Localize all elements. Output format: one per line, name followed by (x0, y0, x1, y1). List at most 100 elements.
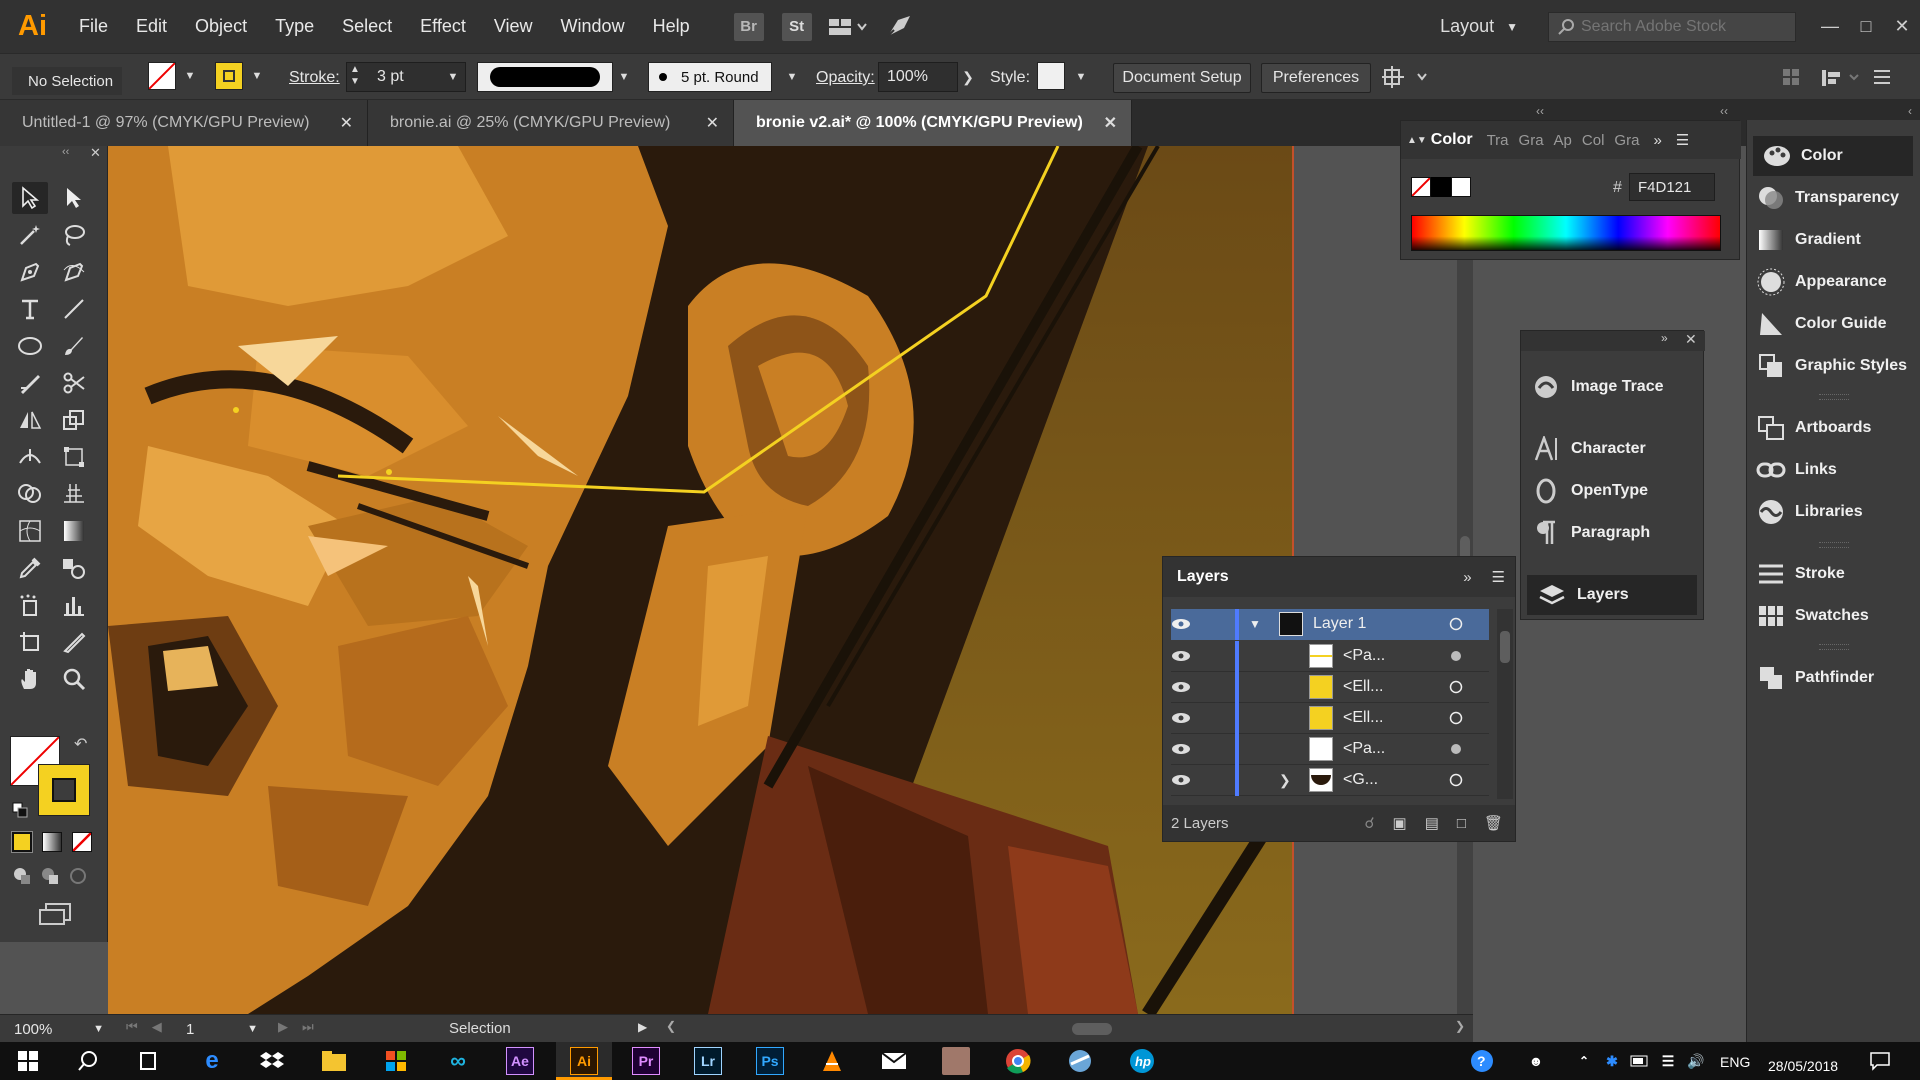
maximize-button[interactable]: □ (1848, 16, 1884, 37)
shaper-tool-icon[interactable] (12, 367, 48, 399)
tab-color-guide[interactable]: Col (1582, 132, 1605, 149)
stock-search-input[interactable] (1581, 17, 1781, 36)
black-swatch[interactable] (1431, 177, 1451, 197)
show-hidden-icons[interactable]: ⌃ (1570, 1047, 1598, 1075)
infinity-app-icon[interactable]: ∞ (444, 1047, 472, 1075)
premiere-icon[interactable]: Pr (632, 1047, 660, 1075)
after-effects-icon[interactable]: Ae (506, 1047, 534, 1075)
network-app-icon[interactable] (1066, 1047, 1094, 1075)
target-icon[interactable] (1449, 680, 1489, 694)
none-swatch[interactable] (1411, 177, 1431, 197)
chevron-right-icon[interactable]: ❯ (1279, 772, 1309, 789)
create-sublayer-icon[interactable]: ▤ (1425, 814, 1439, 832)
document-setup-button[interactable]: Document Setup (1113, 63, 1251, 93)
file-explorer-icon[interactable] (320, 1047, 348, 1075)
transform-align-icon[interactable] (1382, 65, 1432, 89)
battery-icon[interactable] (1626, 1047, 1654, 1075)
delete-layer-icon[interactable]: 🗑 (1484, 814, 1503, 832)
paintbrush-tool-icon[interactable] (56, 330, 92, 362)
zoom-level-field[interactable]: 100% ▼ (6, 1017, 110, 1041)
panel-menu-icon[interactable]: ☰ (1676, 131, 1689, 149)
panel-toggle-icon[interactable]: ▲▼ (1407, 135, 1427, 146)
none-mode-icon[interactable] (72, 832, 92, 852)
dock-swatches[interactable]: Swatches (1747, 596, 1919, 636)
stroke-dropdown[interactable]: ▼ (247, 62, 267, 90)
shape-builder-tool-icon[interactable] (12, 478, 48, 510)
layer-row-ellipse-2[interactable]: <Ell... (1171, 702, 1489, 734)
hand-tool-icon[interactable] (12, 663, 48, 695)
expand-panels-icon[interactable]: » (1661, 331, 1668, 345)
scale-tool-icon[interactable] (56, 404, 92, 436)
stock-search-field[interactable] (1548, 11, 1796, 42)
layers-scrollbar[interactable] (1497, 609, 1513, 799)
eye-icon[interactable] (1171, 618, 1205, 630)
dock-color[interactable]: Color (1753, 136, 1913, 176)
eye-icon[interactable] (1171, 712, 1205, 724)
menu-file[interactable]: File (65, 0, 122, 53)
artboard-navigation[interactable]: ⏮ ◀ (126, 1019, 162, 1035)
previous-artboard-icon[interactable]: ◀ (152, 1019, 162, 1035)
gradient-tool-icon[interactable] (56, 515, 92, 547)
layer-row-ellipse-1[interactable]: <Ell... (1171, 671, 1489, 703)
help-tray-icon[interactable]: ? (1468, 1047, 1496, 1075)
illustrator-icon[interactable]: Ai (570, 1047, 598, 1075)
target-icon[interactable] (1449, 649, 1489, 663)
tab-bronie-v2[interactable]: bronie v2.ai* @ 100% (CMYK/GPU Preview) ✕ (734, 100, 1132, 146)
eye-icon[interactable] (1171, 681, 1205, 693)
scroll-right-arrow[interactable]: ❯ (1455, 1019, 1465, 1033)
stroke-swatch[interactable] (215, 62, 243, 90)
default-fill-stroke-icon[interactable] (12, 802, 28, 818)
close-tab-icon[interactable]: ✕ (1104, 113, 1117, 133)
menu-help[interactable]: Help (639, 0, 704, 53)
task-view-icon[interactable] (134, 1047, 162, 1075)
collapse-panels-icon[interactable]: ‹‹ (1720, 104, 1728, 118)
brush-dropdown[interactable]: ▼ (782, 63, 802, 91)
lightroom-icon[interactable]: Lr (694, 1047, 722, 1075)
perspective-grid-tool-icon[interactable] (56, 478, 92, 510)
hex-field[interactable]: F4D121 (1629, 173, 1715, 201)
chevron-down-icon[interactable]: ▼ (1249, 617, 1279, 631)
layer-row-path-1[interactable]: <Pa... (1171, 640, 1489, 672)
draw-behind-icon[interactable] (40, 866, 60, 886)
bluetooth-icon[interactable]: ✱ (1598, 1047, 1626, 1075)
store-icon[interactable] (382, 1047, 410, 1075)
arrange-documents-icon[interactable] (828, 17, 868, 37)
pen-tool-icon[interactable] (12, 256, 48, 288)
direct-selection-tool-icon[interactable] (56, 182, 92, 214)
color-panel-title[interactable]: Color (1431, 131, 1473, 149)
fill-dropdown[interactable]: ▼ (180, 62, 200, 90)
variable-width-profile[interactable] (477, 62, 613, 92)
first-artboard-icon[interactable]: ⏮ (126, 1019, 138, 1035)
fill-swatch[interactable] (148, 62, 176, 90)
draw-inside-icon[interactable] (68, 866, 88, 886)
scissors-tool-icon[interactable] (56, 367, 92, 399)
menu-select[interactable]: Select (328, 0, 406, 53)
volume-icon[interactable]: 🔊 (1682, 1047, 1710, 1075)
layer-row-layer-1[interactable]: ▼ Layer 1 (1171, 608, 1489, 640)
lasso-tool-icon[interactable] (56, 219, 92, 251)
magic-wand-tool-icon[interactable] (12, 219, 48, 251)
color-mode-icon[interactable] (12, 832, 32, 852)
menu-edit[interactable]: Edit (122, 0, 181, 53)
panel-image-trace[interactable]: Image Trace (1521, 367, 1699, 407)
target-icon[interactable] (1449, 617, 1489, 631)
reflect-tool-icon[interactable] (12, 404, 48, 436)
artboard-navigation-next[interactable]: ▶ ⏭ (278, 1019, 314, 1035)
mail-icon[interactable] (880, 1047, 908, 1075)
dock-grip[interactable] (1819, 644, 1849, 650)
action-center-icon[interactable] (1866, 1047, 1894, 1075)
blend-tool-icon[interactable] (56, 552, 92, 584)
eye-icon[interactable] (1171, 743, 1205, 755)
more-tabs-icon[interactable]: » (1653, 132, 1661, 149)
screen-mode-icon[interactable] (38, 902, 72, 926)
target-icon[interactable] (1449, 742, 1489, 756)
white-swatch[interactable] (1451, 177, 1471, 197)
tab-appearance[interactable]: Ap (1554, 132, 1572, 149)
dock-pathfinder[interactable]: Pathfinder (1747, 658, 1919, 698)
menu-type[interactable]: Type (261, 0, 328, 53)
width-tool-icon[interactable] (12, 441, 48, 473)
type-tool-icon[interactable] (12, 293, 48, 325)
status-menu-arrow[interactable]: ▶ (638, 1020, 647, 1034)
layer-row-path-2[interactable]: <Pa... (1171, 733, 1489, 765)
stroke-color-box[interactable] (38, 764, 90, 816)
